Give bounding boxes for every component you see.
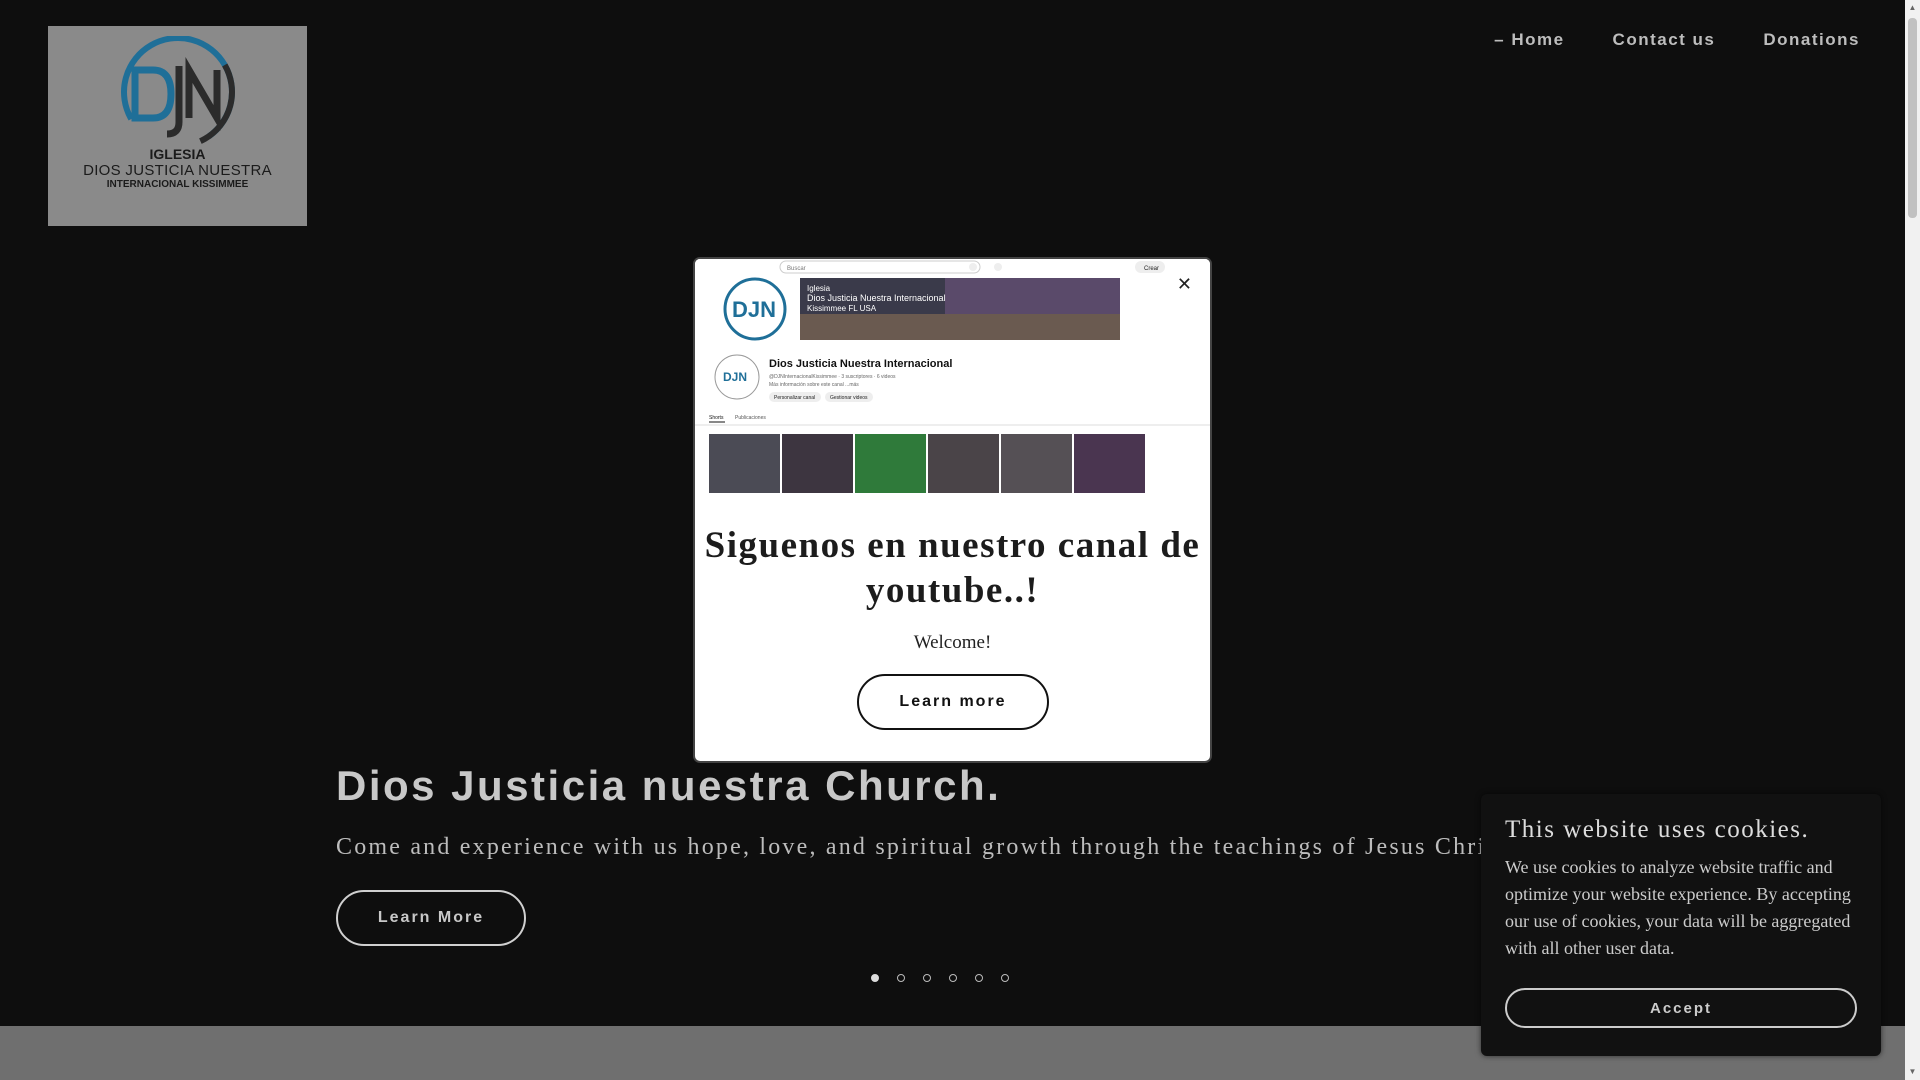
yt-channel-name: Dios Justicia Nuestra Internacional <box>769 358 952 370</box>
logo-line-2: DIOS JUSTICIA NUESTRA <box>83 162 272 179</box>
yt-banner-line-1: Iglesia <box>807 284 831 293</box>
slide-indicators <box>871 974 1009 982</box>
nav-contact-link[interactable]: Contact us <box>1613 30 1716 50</box>
logo-line-3: INTERNACIONAL KISSIMMEE <box>106 179 249 190</box>
djn-monogram-logo <box>120 36 235 146</box>
slide-dot-5[interactable] <box>975 974 983 982</box>
yt-banner-line-2: Dios Justicia Nuestra Internacional <box>807 293 946 303</box>
nav-donations-link[interactable]: Donations <box>1763 30 1860 50</box>
slide-dot-6[interactable] <box>1001 974 1009 982</box>
hero-subtitle: Come and experience with us hope, love, … <box>336 834 1515 860</box>
cookie-accept-button[interactable]: Accept <box>1505 988 1857 1028</box>
svg-text:DJN: DJN <box>723 370 747 384</box>
promo-modal: Buscar Crear DJN Iglesia Dios Justicia N… <box>695 259 1210 761</box>
yt-manage-button: Gestionar videos <box>830 395 868 401</box>
modal-learn-more-button[interactable]: Learn more <box>857 674 1049 730</box>
hero-learn-more-button[interactable]: Learn More <box>336 890 526 946</box>
yt-tab-posts: Publicaciones <box>735 415 766 421</box>
cookie-text: We use cookies to analyze website traffi… <box>1505 857 1851 958</box>
youtube-channel-screenshot: Buscar Crear DJN Iglesia Dios Justicia N… <box>695 259 1210 493</box>
yt-channel-handle: @DJNInternacionalKissimmee · 3 suscripto… <box>769 374 896 380</box>
modal-title: Siguenos en nuestro canal de youtube..! <box>704 525 1201 611</box>
yt-tab-shorts: Shorts <box>709 415 724 421</box>
slide-dot-2[interactable] <box>897 974 905 982</box>
main-nav: Home Contact us Donations <box>1494 30 1860 50</box>
scroll-thumb[interactable] <box>1908 18 1917 218</box>
yt-channel-more: Más información sobre este canal ...más <box>769 382 859 388</box>
slide-dot-3[interactable] <box>923 974 931 982</box>
site-logo[interactable]: IGLESIA DIOS JUSTICIA NUESTRA INTERNACIO… <box>48 26 307 226</box>
cookie-banner: This website uses cookies. We use cookie… <box>1481 794 1881 1056</box>
logo-line-1: IGLESIA <box>149 146 206 162</box>
modal-text: Welcome! <box>913 632 992 653</box>
slide-dot-4[interactable] <box>949 974 957 982</box>
page-scrollbar[interactable]: ▲ ▼ <box>1905 0 1920 1080</box>
scroll-down-arrow-icon[interactable]: ▼ <box>1908 1067 1917 1077</box>
hero-title: Dios Justicia nuestra Church. <box>336 762 1002 809</box>
slide-dot-1[interactable] <box>871 974 879 982</box>
scroll-up-arrow-icon[interactable]: ▲ <box>1908 3 1917 13</box>
cookie-title: This website uses cookies. <box>1505 816 1810 843</box>
yt-create-label: Crear <box>1144 266 1159 272</box>
yt-customize-button: Personalizar canal <box>774 395 815 401</box>
yt-banner-line-3: Kissimmee FL USA <box>807 304 877 313</box>
nav-home-link[interactable]: Home <box>1494 30 1564 50</box>
yt-search-placeholder: Buscar <box>787 266 806 272</box>
close-icon[interactable]: ✕ <box>1177 275 1192 293</box>
svg-text:DJN: DJN <box>732 297 776 322</box>
